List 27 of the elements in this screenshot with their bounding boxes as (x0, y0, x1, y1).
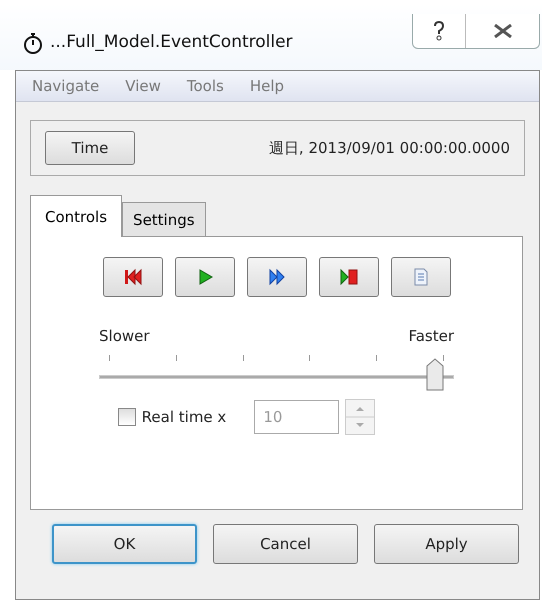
stopwatch-icon (22, 32, 44, 54)
fast-forward-icon (266, 267, 286, 287)
menu-item[interactable]: Tools (186, 77, 224, 95)
menu-item[interactable]: Help (250, 77, 284, 95)
document-button[interactable] (390, 257, 450, 297)
window-title: ...Full_Model.EventController (50, 32, 293, 52)
menu-item[interactable]: View (125, 77, 161, 95)
time-button[interactable]: Time (45, 131, 135, 165)
play-button[interactable] (174, 257, 234, 297)
faster-label: Faster (408, 327, 454, 345)
slider-thumb[interactable] (426, 358, 444, 392)
dialog-button[interactable]: Cancel (213, 524, 358, 564)
tab[interactable]: Controls (30, 195, 122, 237)
real-time-label: Real time x (142, 408, 226, 426)
rewind-button[interactable] (102, 257, 162, 297)
help-icon (432, 20, 446, 42)
menu-item[interactable]: Navigate (32, 77, 100, 95)
play-stop-icon (338, 267, 358, 287)
play-stop-button[interactable] (318, 257, 378, 297)
close-icon (492, 24, 512, 38)
time-value: 週日, 2013/09/01 00:00:00.0000 (268, 138, 510, 158)
dialog-button[interactable]: OK (52, 524, 197, 564)
dialog-button[interactable]: Apply (374, 524, 519, 564)
slower-label: Slower (99, 327, 150, 345)
fast-forward-button[interactable] (246, 257, 306, 297)
tab[interactable]: Settings (122, 202, 206, 236)
rewind-icon (122, 267, 142, 287)
